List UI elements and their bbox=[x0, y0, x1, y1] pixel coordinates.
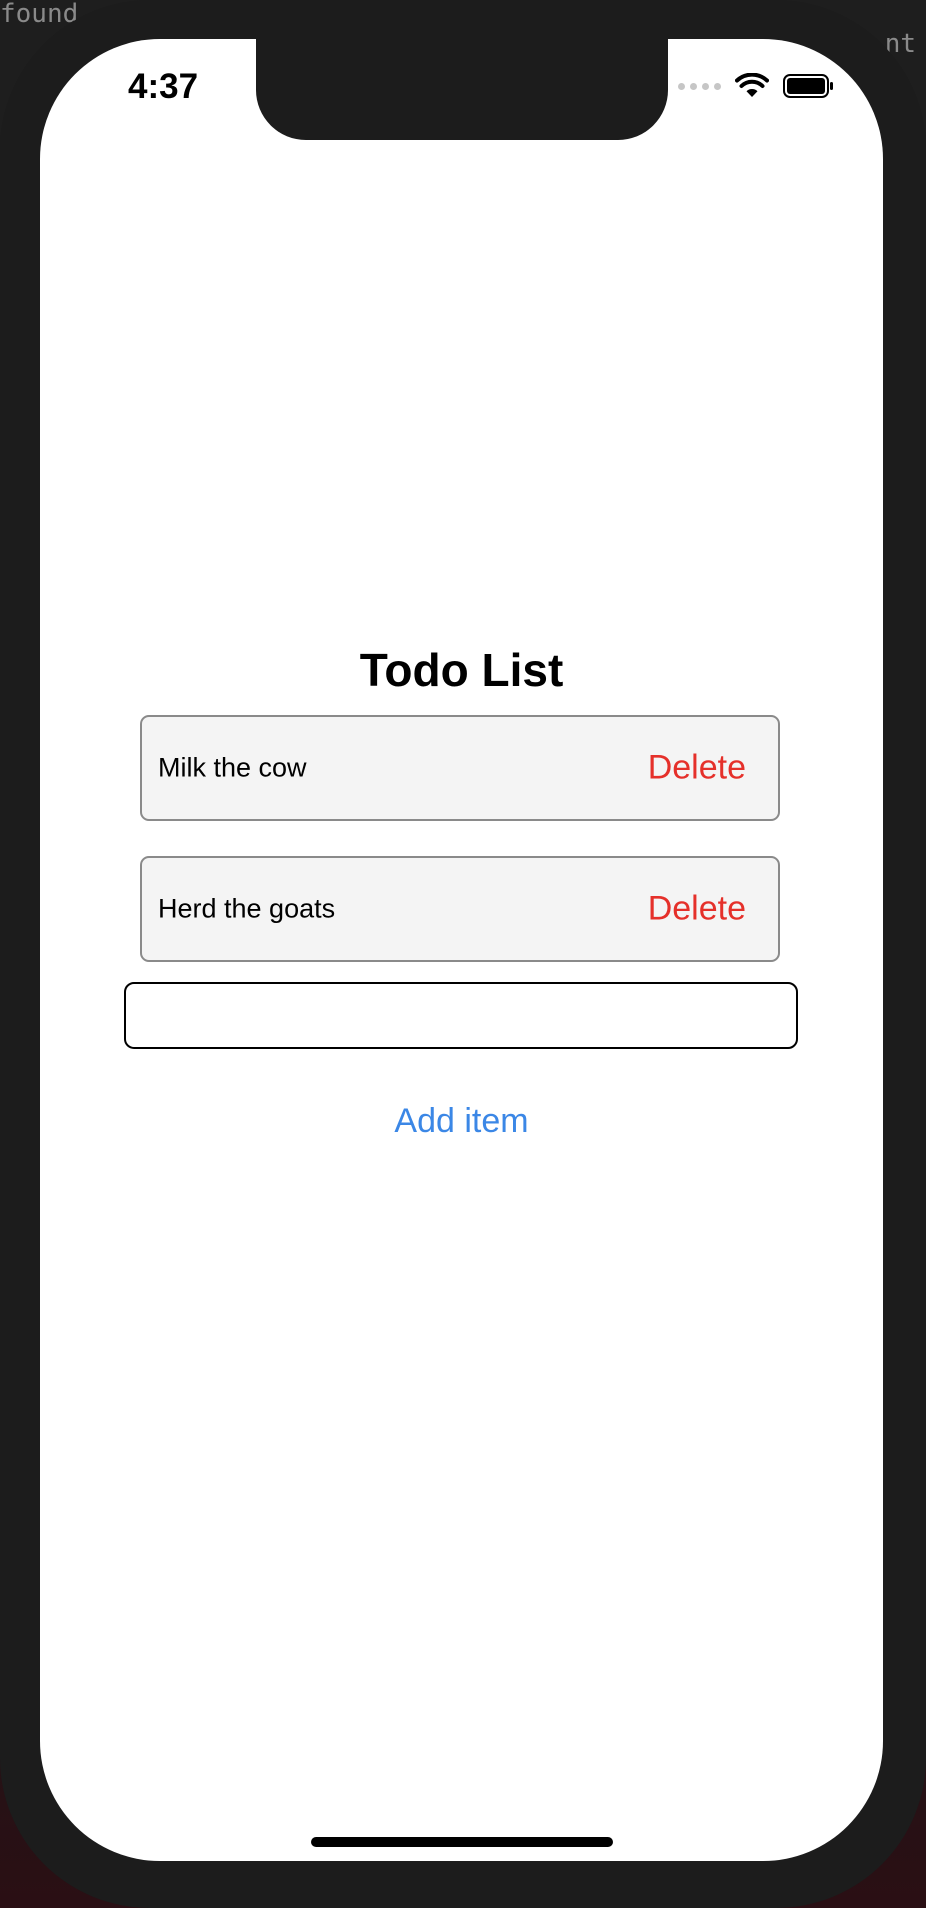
todo-item: Herd the goats Delete bbox=[140, 856, 780, 962]
todo-item-text: Herd the goats bbox=[158, 893, 336, 924]
todo-item-text: Milk the cow bbox=[158, 752, 307, 783]
notch bbox=[256, 39, 668, 140]
signal-dots-icon bbox=[678, 82, 721, 90]
wifi-icon bbox=[735, 73, 769, 97]
delete-button[interactable]: Delete bbox=[648, 890, 746, 929]
add-item-button[interactable]: Add item bbox=[40, 1102, 883, 1141]
new-item-input[interactable] bbox=[124, 982, 798, 1049]
home-indicator bbox=[311, 1837, 613, 1847]
delete-button[interactable]: Delete bbox=[648, 749, 746, 788]
status-time: 4:37 bbox=[128, 67, 199, 106]
status-icons bbox=[678, 73, 835, 99]
page-title: Todo List bbox=[359, 644, 564, 696]
todo-item: Milk the cow Delete bbox=[140, 715, 780, 821]
battery-icon bbox=[783, 74, 833, 98]
phone-screen: 4:37 Todo List Milk the cow Delete Herd … bbox=[40, 39, 883, 1861]
phone-frame: 4:37 Todo List Milk the cow Delete Herd … bbox=[0, 0, 926, 1908]
